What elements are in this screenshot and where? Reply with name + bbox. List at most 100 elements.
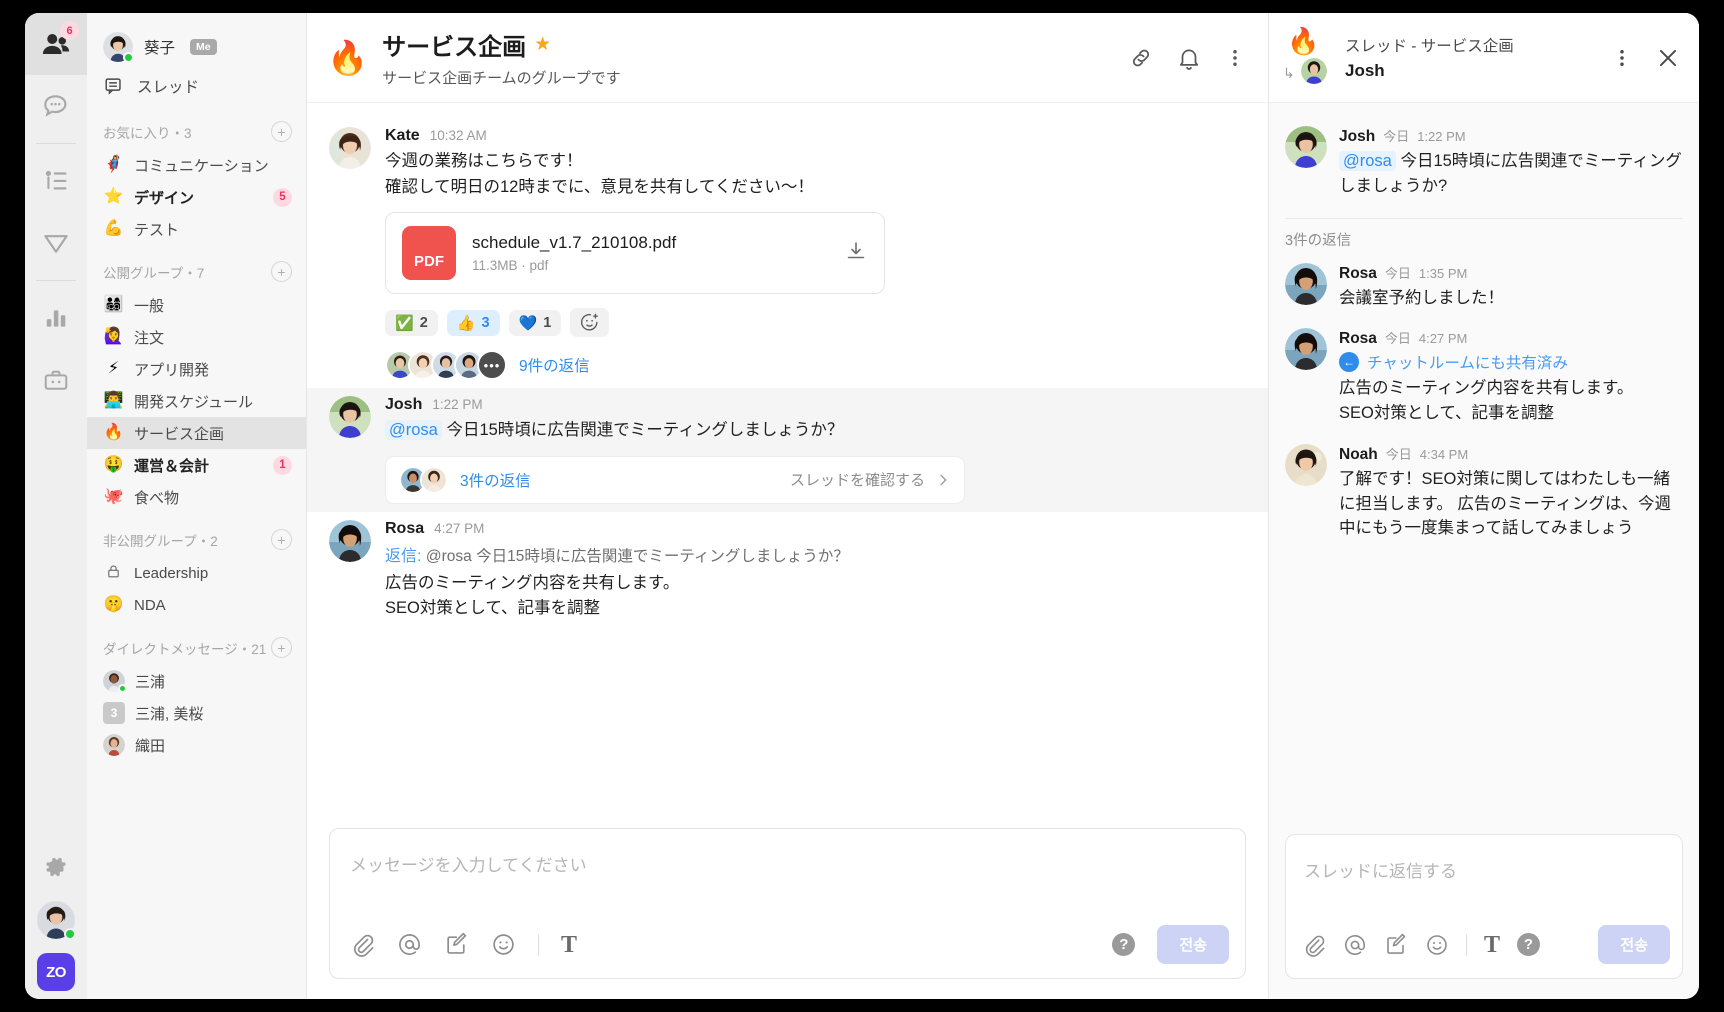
rail-item-chat[interactable] xyxy=(25,75,87,137)
star-icon[interactable]: ★ xyxy=(534,33,551,56)
thread-reply-input[interactable]: スレッドに返信する xyxy=(1286,835,1682,915)
file-attachment-card[interactable]: PDF schedule_v1.7_210108.pdf 11.3MB · pd… xyxy=(385,212,885,295)
rail-user-avatar[interactable] xyxy=(37,901,76,940)
thread-message-text: @rosa 今日15時頃に広告関連でミーティングしましょうか? xyxy=(1339,149,1683,199)
add-public-group-button[interactable]: + xyxy=(271,261,292,282)
thread-composer[interactable]: スレッドに返信する T ? 전송 xyxy=(1285,834,1683,979)
message-composer[interactable]: メッセージを入力してください T ? 전송 xyxy=(329,828,1246,979)
more-vertical-icon[interactable] xyxy=(1224,47,1246,69)
emoji-icon[interactable] xyxy=(491,932,516,957)
emoji-icon[interactable] xyxy=(1425,933,1449,957)
thread-message-meta: Rosa 今日 1:35 PM xyxy=(1339,263,1683,283)
attach-icon[interactable] xyxy=(350,932,375,957)
bell-icon[interactable] xyxy=(1176,45,1202,71)
add-reaction-icon[interactable] xyxy=(570,308,610,338)
section-title: お気に入り・3 xyxy=(103,125,192,141)
mention-chip[interactable]: @rosa xyxy=(385,420,442,441)
app-window: 6 xyxy=(25,13,1699,999)
thread-replies-count: 3件の返信 xyxy=(1285,232,1352,249)
section-title: 非公開グループ・2 xyxy=(103,533,218,549)
sidebar-item-test[interactable]: 💪 テスト xyxy=(87,213,306,245)
add-favorite-button[interactable]: + xyxy=(271,121,292,142)
thread-message-body: Noah 今日 4:34 PM 了解です！SEO対策に関してはわたしも一緒に担当… xyxy=(1339,444,1683,541)
message-input[interactable]: メッセージを入力してください xyxy=(330,829,1245,915)
thread-replies-link[interactable]: 3件の返信 xyxy=(460,469,531,491)
open-thread-cta[interactable]: スレッドを確認する xyxy=(790,469,951,490)
sidebar-item-app-dev[interactable]: ⚡ アプリ開発 xyxy=(87,353,306,385)
channel-emoji: 👨‍💻 xyxy=(103,392,124,409)
text-format-icon[interactable]: T xyxy=(1484,933,1500,957)
close-icon[interactable] xyxy=(1655,45,1681,71)
replies-link[interactable]: 9件の返信 xyxy=(519,354,590,376)
avatar[interactable] xyxy=(329,396,371,439)
send-button[interactable]: 전송 xyxy=(1157,925,1229,964)
rail-divider-2 xyxy=(36,280,76,281)
rail-item-settings[interactable] xyxy=(25,847,87,887)
avatar[interactable] xyxy=(329,127,371,169)
replies-summary[interactable]: ••• 9件の返信 xyxy=(385,350,1242,381)
sidebar-item-design[interactable]: ⭐ デザイン 5 xyxy=(87,181,306,213)
message-author: Rosa xyxy=(385,519,425,537)
help-icon[interactable]: ? xyxy=(1517,933,1541,956)
channel-emoji: 🐙 xyxy=(103,488,124,505)
thread-preview-chip[interactable]: 3件の返信 スレッドを確認する xyxy=(385,455,965,504)
sidebar-dm-oda[interactable]: 織田 xyxy=(87,729,306,761)
message-item-rosa: Rosa 4:27 PM 返信: @rosa 今日15時頃に広告関連でミーティン… xyxy=(307,512,1268,630)
sidebar-dm-group[interactable]: 3 三浦, 美桜 xyxy=(87,697,306,729)
channel-name: 注文 xyxy=(134,329,165,347)
reaction-check[interactable]: ✅ 2 xyxy=(385,309,438,336)
avatar[interactable] xyxy=(329,519,371,562)
sidebar-item-operations-accounting[interactable]: 🤑 運営＆会計 1 xyxy=(87,449,306,481)
workspace-logo[interactable]: ZO xyxy=(37,953,75,991)
rail-item-toolbox[interactable] xyxy=(25,349,87,411)
avatar[interactable] xyxy=(1285,443,1327,486)
avatar[interactable] xyxy=(1285,126,1327,168)
mention-icon[interactable] xyxy=(1343,933,1367,957)
sidebar-dm-miura[interactable]: 三浦 xyxy=(87,665,306,697)
thread-message-list[interactable]: Josh 今日 1:22 PM @rosa 今日15時頃に広告関連でミーティング… xyxy=(1269,103,1699,834)
thread-panel-author: Josh xyxy=(1345,61,1385,80)
attach-icon[interactable] xyxy=(1302,933,1326,957)
sidebar-item-communication[interactable]: 🦸‍♀️ コミュニケーション xyxy=(87,149,306,181)
memo-icon[interactable] xyxy=(444,932,469,957)
sidebar-item-leadership[interactable]: Leadership xyxy=(87,557,306,589)
shared-to-chatroom-badge[interactable]: ← チャットルームにも共有済み xyxy=(1339,351,1683,373)
add-private-group-button[interactable]: + xyxy=(271,529,292,550)
rail-item-stats[interactable] xyxy=(25,287,87,349)
text-format-icon[interactable]: T xyxy=(561,933,577,957)
message-list[interactable]: Kate 10:32 AM 今週の業務はこちらです！ 確認して明日の12時までに… xyxy=(307,103,1268,828)
reaction-thumbsup[interactable]: 👍 3 xyxy=(446,309,500,336)
avatar[interactable] xyxy=(1285,262,1327,305)
sidebar-item-threads[interactable]: スレッド xyxy=(87,67,306,105)
message-author: Josh xyxy=(385,396,423,414)
sidebar-item-orders[interactable]: 🙋‍♀️ 注文 xyxy=(87,321,306,353)
mention-chip[interactable]: @rosa xyxy=(1339,151,1396,171)
sidebar-item-dev-schedule[interactable]: 👨‍💻 開発スケジュール xyxy=(87,385,306,417)
sidebar-item-service-planning[interactable]: 🔥 サービス企画 xyxy=(87,417,306,449)
avatar[interactable] xyxy=(1285,328,1327,371)
rail-item-contacts[interactable]: 6 xyxy=(25,13,87,75)
rail-item-send[interactable] xyxy=(25,212,87,274)
channel-name: 食べ物 xyxy=(134,489,180,507)
message-text-content: 今日15時頃に広告関連でミーティングしましょうか？ xyxy=(446,421,844,440)
link-icon[interactable] xyxy=(1128,45,1154,71)
channel-description: サービス企画チームのグループです xyxy=(382,70,621,87)
reaction-blueheart[interactable]: 💙 1 xyxy=(508,309,562,336)
sidebar-item-general[interactable]: 👨‍👩‍👧‍👦 一般 xyxy=(87,289,306,321)
memo-icon[interactable] xyxy=(1384,933,1408,957)
reply-prefix: 返信: xyxy=(385,547,422,565)
thread-send-button[interactable]: 전송 xyxy=(1598,925,1670,964)
download-icon[interactable] xyxy=(844,239,868,268)
help-icon[interactable]: ? xyxy=(1112,933,1136,956)
sidebar-item-food[interactable]: 🐙 食べ物 xyxy=(87,481,306,513)
rail-item-org[interactable] xyxy=(25,150,87,212)
more-repliers-icon[interactable]: ••• xyxy=(477,350,507,381)
sidebar-me-row[interactable]: 葵子 Me xyxy=(87,27,306,67)
reply-quote-text: @rosa 今日15時頃に広告関連でミーティングしましょうか？ xyxy=(425,547,849,565)
message-item-kate: Kate 10:32 AM 今週の業務はこちらです！ 確認して明日の12時までに… xyxy=(307,119,1268,388)
sidebar-item-nda[interactable]: 🤫 NDA xyxy=(87,589,306,621)
sidebar-threads-label: スレッド xyxy=(137,79,200,96)
add-dm-button[interactable]: + xyxy=(271,637,292,658)
mention-icon[interactable] xyxy=(397,932,422,957)
more-vertical-icon[interactable] xyxy=(1611,47,1633,69)
